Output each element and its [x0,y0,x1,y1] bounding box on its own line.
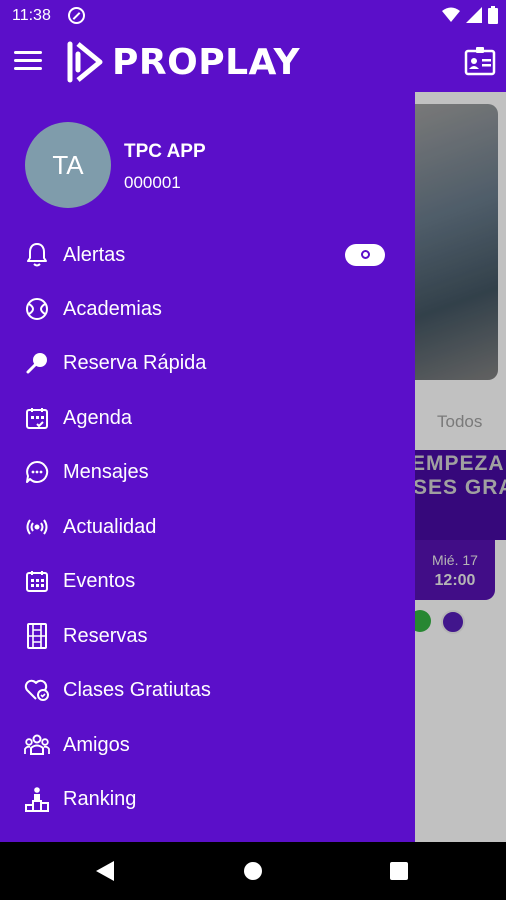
back-icon[interactable] [96,861,114,881]
menu-item-amigos[interactable]: Amigos [0,718,415,772]
dnd-icon [68,7,85,24]
group-icon [24,732,50,758]
menu-item-label: Agenda [63,406,132,429]
menu-item-academias[interactable]: Academias [0,282,415,336]
app-bar: PROPLAY [0,32,506,92]
proplay-logo: PROPLAY [66,40,300,84]
menu-item-ranking[interactable]: Ranking [0,772,415,826]
avatar-initials: TA [52,149,84,180]
wifi-icon [442,7,460,22]
alerts-badge-count-icon [361,250,370,259]
alerts-toggle[interactable] [345,244,385,266]
menu-item-label: Amigos [63,733,130,756]
menu-item-mensajes[interactable]: Mensajes [0,445,415,499]
logo-text: PROPLAY [112,41,301,83]
bell-icon [24,242,50,268]
proplay-logo-icon [67,41,103,83]
menu-item-label: Academias [63,297,162,320]
battery-icon [488,6,498,24]
background-content: Todos EMPEZA SES GRA Mié. 17 12:00 [415,92,506,842]
chat-bubble-icon [24,459,50,485]
system-nav-bar [0,842,506,900]
hamburger-menu-icon[interactable] [14,51,42,73]
tennis-ball-icon [24,296,50,322]
scrim[interactable] [415,92,506,842]
status-icons [442,6,498,24]
menu-item-label: Alertas [63,243,126,266]
heart-check-icon [24,677,50,703]
status-time: 11:38 [12,7,51,24]
menu-item-reservas[interactable]: Reservas [0,609,415,663]
menu-item-label: Actualidad [63,515,157,538]
menu-item-alertas[interactable]: Alertas [0,228,415,282]
menu-item-agenda[interactable]: Agenda [0,391,415,445]
recent-apps-icon[interactable] [390,862,408,880]
menu-item-actualidad[interactable]: Actualidad [0,500,415,554]
status-bar: 11:38 [0,0,506,32]
broadcast-icon [24,514,50,540]
calendar-grid-icon [24,568,50,594]
avatar[interactable]: TA [25,122,111,208]
user-name: TPC APP [124,141,206,162]
home-icon[interactable] [244,862,262,880]
court-icon [24,623,50,649]
id-card-icon[interactable] [464,46,496,76]
racket-icon [24,350,50,376]
podium-icon [24,786,50,812]
menu-item-clases-gratiutas[interactable]: Clases Gratiutas [0,663,415,717]
menu-item-label: Eventos [63,569,136,592]
menu-item-label: Reservas [63,624,148,647]
calendar-check-icon [24,405,50,431]
menu-item-reserva-rapida[interactable]: Reserva Rápida [0,336,415,390]
menu-item-label: Reserva Rápida [63,351,207,374]
signal-icon [466,7,482,23]
menu-item-eventos[interactable]: Eventos [0,554,415,608]
menu-item-label: Ranking [63,787,137,810]
user-id: 000001 [124,173,181,192]
menu-item-label: Clases Gratiutas [63,678,211,701]
navigation-drawer: TA TPC APP 000001 Alertas Academias Rese… [0,92,415,842]
menu-item-label: Mensajes [63,460,149,483]
